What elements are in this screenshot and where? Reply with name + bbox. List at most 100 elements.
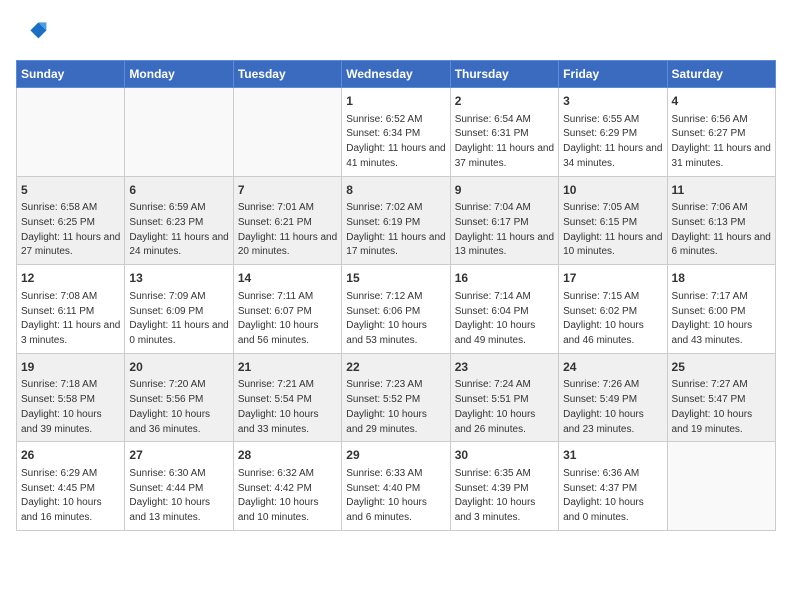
calendar-week-2: 5 Sunrise: 6:58 AM Sunset: 6:25 PM Daylig… xyxy=(17,176,776,265)
day-number: 21 xyxy=(238,359,337,376)
day-number: 27 xyxy=(129,447,228,464)
day-number: 7 xyxy=(238,182,337,199)
day-number: 18 xyxy=(672,270,771,287)
day-number: 11 xyxy=(672,182,771,199)
day-info: Sunrise: 7:21 AM Sunset: 5:54 PM Dayligh… xyxy=(238,379,319,434)
logo xyxy=(16,16,52,48)
day-number: 12 xyxy=(21,270,120,287)
day-number: 1 xyxy=(346,93,445,110)
day-info: Sunrise: 7:24 AM Sunset: 5:51 PM Dayligh… xyxy=(455,379,536,434)
day-number: 4 xyxy=(672,93,771,110)
calendar-cell: 26 Sunrise: 6:29 AM Sunset: 4:45 PM Dayli… xyxy=(17,442,125,531)
calendar-cell: 29 Sunrise: 6:33 AM Sunset: 4:40 PM Dayli… xyxy=(342,442,450,531)
day-info: Sunrise: 6:30 AM Sunset: 4:44 PM Dayligh… xyxy=(129,468,210,523)
logo-icon xyxy=(16,16,48,48)
calendar-cell: 27 Sunrise: 6:30 AM Sunset: 4:44 PM Dayli… xyxy=(125,442,233,531)
calendar-cell: 31Sunrise: 6:36 AM Sunset: 4:37 PM Dayli… xyxy=(559,442,667,531)
day-info: Sunrise: 6:56 AM Sunset: 6:27 PM Dayligh… xyxy=(672,114,771,169)
calendar-cell: 9 Sunrise: 7:04 AM Sunset: 6:17 PM Daylig… xyxy=(450,176,558,265)
day-number: 9 xyxy=(455,182,554,199)
calendar-cell: 24 Sunrise: 7:26 AM Sunset: 5:49 PM Dayli… xyxy=(559,353,667,442)
calendar-cell: 2Sunrise: 6:54 AM Sunset: 6:31 PM Daylig… xyxy=(450,88,558,177)
day-number: 2 xyxy=(455,93,554,110)
day-number: 15 xyxy=(346,270,445,287)
day-header-tuesday: Tuesday xyxy=(233,61,341,88)
day-number: 30 xyxy=(455,447,554,464)
day-number: 3 xyxy=(563,93,662,110)
day-number: 29 xyxy=(346,447,445,464)
calendar-cell xyxy=(233,88,341,177)
calendar-cell: 18 Sunrise: 7:17 AM Sunset: 6:00 PM Dayli… xyxy=(667,265,775,354)
calendar-cell: 20 Sunrise: 7:20 AM Sunset: 5:56 PM Dayli… xyxy=(125,353,233,442)
calendar-week-5: 26 Sunrise: 6:29 AM Sunset: 4:45 PM Dayli… xyxy=(17,442,776,531)
day-info: Sunrise: 7:02 AM Sunset: 6:19 PM Dayligh… xyxy=(346,202,445,257)
day-number: 26 xyxy=(21,447,120,464)
day-info: Sunrise: 6:35 AM Sunset: 4:39 PM Dayligh… xyxy=(455,468,536,523)
calendar-cell: 10 Sunrise: 7:05 AM Sunset: 6:15 PM Dayli… xyxy=(559,176,667,265)
calendar-cell: 6 Sunrise: 6:59 AM Sunset: 6:23 PM Daylig… xyxy=(125,176,233,265)
day-info: Sunrise: 7:08 AM Sunset: 6:11 PM Dayligh… xyxy=(21,291,120,346)
day-number: 23 xyxy=(455,359,554,376)
day-info: Sunrise: 7:23 AM Sunset: 5:52 PM Dayligh… xyxy=(346,379,427,434)
day-number: 24 xyxy=(563,359,662,376)
day-info: Sunrise: 6:55 AM Sunset: 6:29 PM Dayligh… xyxy=(563,114,662,169)
calendar-cell: 17 Sunrise: 7:15 AM Sunset: 6:02 PM Dayli… xyxy=(559,265,667,354)
calendar-cell: 13Sunrise: 7:09 AM Sunset: 6:09 PM Dayli… xyxy=(125,265,233,354)
day-info: Sunrise: 6:29 AM Sunset: 4:45 PM Dayligh… xyxy=(21,468,102,523)
calendar-week-4: 19Sunrise: 7:18 AM Sunset: 5:58 PM Dayli… xyxy=(17,353,776,442)
day-header-monday: Monday xyxy=(125,61,233,88)
calendar-cell: 14 Sunrise: 7:11 AM Sunset: 6:07 PM Dayli… xyxy=(233,265,341,354)
day-header-thursday: Thursday xyxy=(450,61,558,88)
day-info: Sunrise: 7:05 AM Sunset: 6:15 PM Dayligh… xyxy=(563,202,662,257)
day-info: Sunrise: 7:01 AM Sunset: 6:21 PM Dayligh… xyxy=(238,202,337,257)
day-header-wednesday: Wednesday xyxy=(342,61,450,88)
calendar-week-1: 1 Sunrise: 6:52 AM Sunset: 6:34 PM Daylig… xyxy=(17,88,776,177)
day-number: 20 xyxy=(129,359,228,376)
calendar-cell: 19Sunrise: 7:18 AM Sunset: 5:58 PM Dayli… xyxy=(17,353,125,442)
calendar-cell: 12 Sunrise: 7:08 AM Sunset: 6:11 PM Dayli… xyxy=(17,265,125,354)
calendar-cell: 8 Sunrise: 7:02 AM Sunset: 6:19 PM Daylig… xyxy=(342,176,450,265)
day-info: Sunrise: 7:14 AM Sunset: 6:04 PM Dayligh… xyxy=(455,291,536,346)
calendar-cell: 28Sunrise: 6:32 AM Sunset: 4:42 PM Dayli… xyxy=(233,442,341,531)
calendar-week-3: 12 Sunrise: 7:08 AM Sunset: 6:11 PM Dayli… xyxy=(17,265,776,354)
day-number: 6 xyxy=(129,182,228,199)
calendar-cell: 4 Sunrise: 6:56 AM Sunset: 6:27 PM Daylig… xyxy=(667,88,775,177)
day-number: 19 xyxy=(21,359,120,376)
day-info: Sunrise: 7:04 AM Sunset: 6:17 PM Dayligh… xyxy=(455,202,554,257)
page-header xyxy=(16,16,776,48)
day-info: Sunrise: 7:20 AM Sunset: 5:56 PM Dayligh… xyxy=(129,379,210,434)
day-info: Sunrise: 7:27 AM Sunset: 5:47 PM Dayligh… xyxy=(672,379,753,434)
calendar-cell: 22Sunrise: 7:23 AM Sunset: 5:52 PM Dayli… xyxy=(342,353,450,442)
calendar-cell: 30 Sunrise: 6:35 AM Sunset: 4:39 PM Dayli… xyxy=(450,442,558,531)
day-info: Sunrise: 6:59 AM Sunset: 6:23 PM Dayligh… xyxy=(129,202,228,257)
day-header-saturday: Saturday xyxy=(667,61,775,88)
day-info: Sunrise: 7:06 AM Sunset: 6:13 PM Dayligh… xyxy=(672,202,771,257)
day-number: 17 xyxy=(563,270,662,287)
calendar-cell: 23 Sunrise: 7:24 AM Sunset: 5:51 PM Dayli… xyxy=(450,353,558,442)
day-header-friday: Friday xyxy=(559,61,667,88)
calendar-cell: 5 Sunrise: 6:58 AM Sunset: 6:25 PM Daylig… xyxy=(17,176,125,265)
day-info: Sunrise: 7:09 AM Sunset: 6:09 PM Dayligh… xyxy=(129,291,228,346)
day-number: 5 xyxy=(21,182,120,199)
day-header-sunday: Sunday xyxy=(17,61,125,88)
calendar-cell: 7 Sunrise: 7:01 AM Sunset: 6:21 PM Daylig… xyxy=(233,176,341,265)
day-number: 14 xyxy=(238,270,337,287)
calendar-cell: 1 Sunrise: 6:52 AM Sunset: 6:34 PM Daylig… xyxy=(342,88,450,177)
day-info: Sunrise: 6:58 AM Sunset: 6:25 PM Dayligh… xyxy=(21,202,120,257)
day-number: 25 xyxy=(672,359,771,376)
day-info: Sunrise: 7:17 AM Sunset: 6:00 PM Dayligh… xyxy=(672,291,753,346)
calendar-cell: 16 Sunrise: 7:14 AM Sunset: 6:04 PM Dayli… xyxy=(450,265,558,354)
day-info: Sunrise: 6:52 AM Sunset: 6:34 PM Dayligh… xyxy=(346,114,445,169)
day-info: Sunrise: 7:15 AM Sunset: 6:02 PM Dayligh… xyxy=(563,291,644,346)
calendar-cell xyxy=(125,88,233,177)
calendar-cell: 11 Sunrise: 7:06 AM Sunset: 6:13 PM Dayli… xyxy=(667,176,775,265)
day-number: 8 xyxy=(346,182,445,199)
day-number: 10 xyxy=(563,182,662,199)
calendar-cell: 3 Sunrise: 6:55 AM Sunset: 6:29 PM Daylig… xyxy=(559,88,667,177)
day-number: 16 xyxy=(455,270,554,287)
day-info: Sunrise: 7:11 AM Sunset: 6:07 PM Dayligh… xyxy=(238,291,319,346)
day-info: Sunrise: 6:33 AM Sunset: 4:40 PM Dayligh… xyxy=(346,468,427,523)
day-info: Sunrise: 7:26 AM Sunset: 5:49 PM Dayligh… xyxy=(563,379,644,434)
day-info: Sunrise: 6:32 AM Sunset: 4:42 PM Dayligh… xyxy=(238,468,319,523)
calendar-cell: 25 Sunrise: 7:27 AM Sunset: 5:47 PM Dayli… xyxy=(667,353,775,442)
